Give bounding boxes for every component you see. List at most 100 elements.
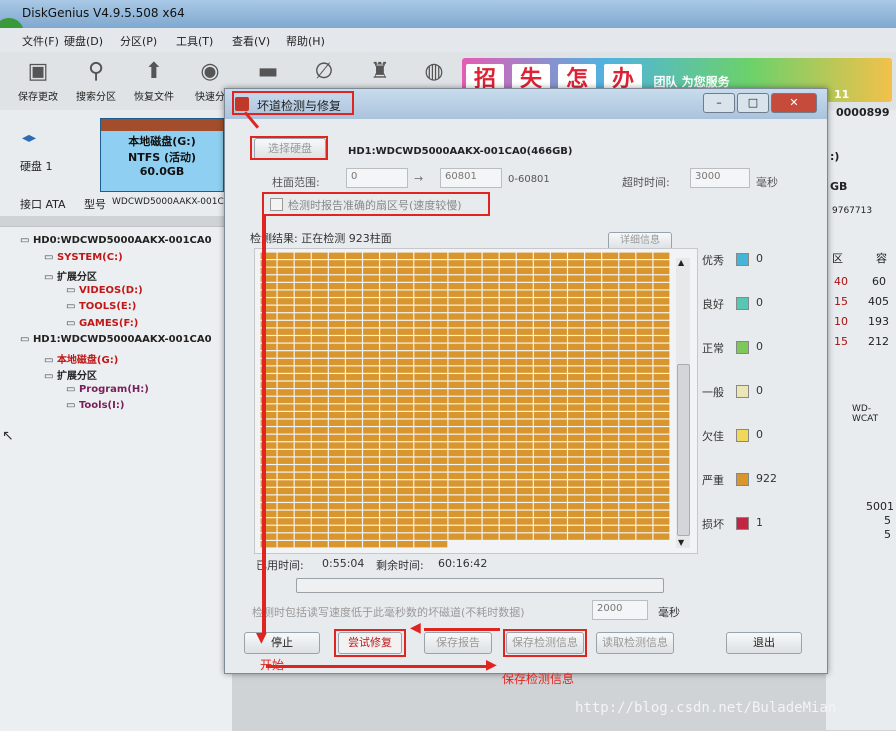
- menu-partition[interactable]: 分区(P): [120, 33, 157, 49]
- sector-cell: [363, 396, 379, 404]
- sector-cell: [585, 503, 602, 510]
- sector-cell: [414, 411, 431, 419]
- sector-cell: [516, 320, 533, 328]
- cylinder-from-input[interactable]: 0: [346, 168, 408, 188]
- slow-track-unit: 毫秒: [658, 606, 680, 619]
- save-changes-button[interactable]: ▣ 保存更改: [10, 52, 66, 110]
- scroll-up-icon[interactable]: ▲: [678, 258, 684, 267]
- sector-cell: [482, 275, 499, 282]
- sector-cell: [414, 396, 431, 404]
- sector-cell: [619, 260, 636, 267]
- sector-cell: [380, 411, 397, 419]
- sector-cell: [482, 267, 499, 275]
- timeout-input[interactable]: 3000: [690, 168, 750, 188]
- menu-help[interactable]: 帮助(H): [286, 33, 325, 49]
- sector-cell: [431, 343, 448, 351]
- sector-cell: [380, 366, 397, 373]
- recover-files-button[interactable]: ⬆ 恢复文件: [126, 52, 182, 110]
- menu-view[interactable]: 查看(V): [232, 33, 270, 49]
- sector-cell: [277, 449, 294, 457]
- sector-cell: [380, 434, 397, 442]
- tree-node[interactable]: ▭ SYSTEM(C:): [44, 252, 123, 263]
- grid-scrollbar[interactable]: ▲ ▼: [676, 258, 690, 548]
- search-partition-button[interactable]: ⚲ 搜索分区: [68, 52, 124, 110]
- sector-cell: [465, 320, 482, 328]
- sector-cell: [363, 465, 379, 472]
- tree-node-label: 扩展分区: [56, 272, 97, 283]
- sector-cell: [619, 487, 636, 495]
- sector-cell: [516, 290, 533, 297]
- slow-track-threshold-input[interactable]: 2000: [592, 600, 648, 620]
- sector-cell: [482, 510, 499, 518]
- right-banner-text: 11: [834, 88, 850, 101]
- sector-cell: [397, 328, 414, 335]
- sector-cell: [653, 260, 670, 267]
- exit-button[interactable]: 退出: [726, 632, 802, 654]
- tree-node[interactable]: ▭ 扩展分区: [44, 367, 97, 382]
- sector-cell: [346, 457, 362, 464]
- sector-cell: [397, 282, 414, 290]
- sector-cell: [602, 465, 619, 472]
- tree-node[interactable]: ▭ TOOLS(E:): [66, 301, 136, 312]
- sector-cell: [482, 427, 499, 434]
- tree-node[interactable]: ▭ VIDEOS(D:): [66, 285, 143, 296]
- menu-disk[interactable]: 硬盘(D): [64, 33, 103, 49]
- menu-tools[interactable]: 工具(T): [176, 33, 213, 49]
- sector-cell: [551, 518, 567, 525]
- right-panel: 11 0000899 :) GB 9767713 区 容 40 60 15 40…: [826, 88, 896, 730]
- sector-cell: [448, 525, 465, 533]
- sector-cell: [551, 328, 567, 335]
- sector-cell: [294, 518, 311, 525]
- load-scan-info-button[interactable]: 读取检测信息: [596, 632, 674, 654]
- sector-cell: [499, 457, 516, 464]
- legend-swatch: [736, 517, 749, 530]
- scroll-down-icon[interactable]: ▼: [678, 538, 684, 547]
- sector-cell: [653, 336, 670, 343]
- close-button[interactable]: ✕: [771, 93, 817, 113]
- sector-cell: [431, 404, 448, 411]
- sector-cell: [585, 282, 602, 290]
- remaining-label: 剩余时间:: [376, 559, 424, 572]
- sector-cell: [363, 267, 379, 275]
- tree-node[interactable]: ▭ Program(H:): [66, 384, 149, 395]
- sector-cell: [653, 290, 670, 297]
- cylinder-to-input[interactable]: 60801: [440, 168, 502, 188]
- sector-cell: [431, 313, 448, 320]
- sector-cell: [551, 313, 567, 320]
- save-report-button[interactable]: 保存报告: [424, 632, 492, 654]
- sector-cell: [311, 419, 328, 426]
- quick-partition-icon: ◉: [200, 59, 220, 84]
- sector-cell: [551, 290, 567, 297]
- tree-node[interactable]: ▭ GAMES(F:): [66, 318, 138, 329]
- nav-arrows-icon[interactable]: ◂▸: [22, 130, 36, 146]
- tree-node-label: Program(H:): [78, 383, 149, 395]
- sector-cell: [482, 533, 499, 540]
- sector-cell: [619, 457, 636, 464]
- sector-cell: [363, 525, 379, 533]
- sector-cell: [363, 472, 379, 480]
- sector-cell: [414, 313, 431, 320]
- tree-node-label: GAMES(F:): [78, 317, 139, 329]
- sector-cell: [568, 457, 584, 464]
- tree-node[interactable]: ▭ HD0:WDCWD5000AAKX-001CA0: [20, 235, 212, 246]
- tree-node[interactable]: ▭ 本地磁盘(G:): [44, 351, 118, 366]
- sector-cell: [363, 487, 379, 495]
- sector-cell: [363, 260, 379, 267]
- partition-bar[interactable]: 本地磁盘(G:) NTFS (活动) 60.0GB: [100, 118, 224, 192]
- sector-cell: [482, 366, 499, 373]
- sector-cell: [516, 351, 533, 358]
- maximize-button[interactable]: □: [737, 93, 769, 113]
- sector-cell: [380, 381, 397, 389]
- scroll-thumb[interactable]: [677, 364, 690, 536]
- sector-cell: [294, 343, 311, 351]
- tree-node[interactable]: ▭ 扩展分区: [44, 268, 97, 283]
- minimize-button[interactable]: –: [703, 93, 735, 113]
- tree-node[interactable]: ▭ Tools(I:): [66, 400, 124, 411]
- menu-file[interactable]: 文件(F): [22, 33, 59, 49]
- legend-swatch: [736, 473, 749, 486]
- tree-node-icon: ▭: [44, 371, 57, 382]
- tree-node[interactable]: ▭ HD1:WDCWD5000AAKX-001CA0: [20, 334, 212, 345]
- interface-label: 接口 ATA: [20, 198, 66, 211]
- sector-cell: [465, 510, 482, 518]
- sector-cell: [277, 419, 294, 426]
